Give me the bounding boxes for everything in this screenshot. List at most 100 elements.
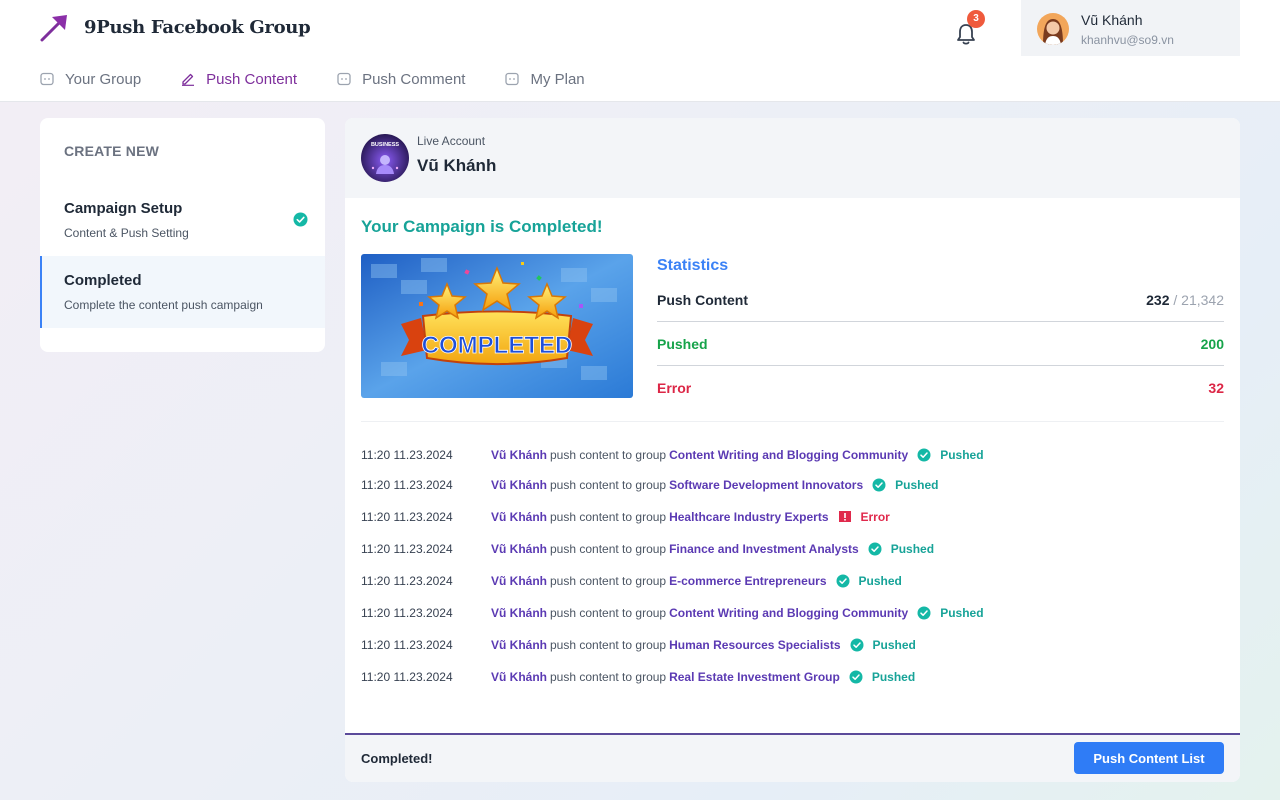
step-title: Campaign Setup bbox=[64, 200, 183, 217]
log-group-link[interactable]: Content Writing and Blogging Community bbox=[669, 448, 908, 462]
log-time: 11:20 11.23.2024 bbox=[361, 448, 453, 462]
account-header: BUSINESS Live Account Vũ Khánh bbox=[345, 118, 1240, 198]
user-name: Vũ Khánh bbox=[1081, 12, 1143, 28]
statistics-title: Statistics bbox=[657, 257, 729, 274]
user-avatar bbox=[1037, 13, 1069, 45]
nav-label: My Plan bbox=[530, 70, 585, 88]
log-status: Pushed bbox=[868, 542, 934, 556]
log-row: 11:20 11.23.2024 Vũ Khánh push content to… bbox=[361, 534, 1224, 564]
nav-label: Push Comment bbox=[362, 70, 466, 88]
log-connector: push content to group bbox=[550, 478, 667, 492]
notification-badge: 3 bbox=[967, 10, 985, 28]
panel-footer: Completed! Push Content List bbox=[345, 733, 1240, 782]
log-group-link[interactable]: Software Development Innovators bbox=[669, 478, 863, 492]
log-status: Pushed bbox=[849, 670, 915, 684]
nav-your-group[interactable]: Your Group bbox=[40, 62, 141, 96]
log-group-link[interactable]: Healthcare Industry Experts bbox=[669, 510, 828, 524]
log-status-text: Pushed bbox=[890, 542, 935, 556]
log-time: 11:20 11.23.2024 bbox=[361, 510, 453, 524]
alert-icon bbox=[838, 511, 851, 522]
step-subtitle: Content & Push Setting bbox=[64, 226, 189, 240]
push-content-list-button[interactable]: Push Content List bbox=[1074, 742, 1224, 774]
log-user-link[interactable]: Vũ Khánh bbox=[491, 670, 547, 684]
stat-value: 232 / 21,342 bbox=[1146, 292, 1224, 308]
log-user-link[interactable]: Vũ Khánh bbox=[491, 448, 547, 462]
log-status: Pushed bbox=[917, 448, 984, 462]
check-circle-icon bbox=[293, 212, 308, 227]
nav-push-comment[interactable]: Push Comment bbox=[337, 62, 465, 96]
log-time: 11:20 11.23.2024 bbox=[361, 574, 453, 588]
create-new-sidebar: CREATE NEW Campaign Setup Content & Push… bbox=[40, 118, 325, 352]
log-connector: push content to group bbox=[550, 638, 667, 652]
log-row: 11:20 11.23.2024 Vũ Khánh push content to… bbox=[361, 566, 1224, 596]
app-title: 9Push Facebook Group bbox=[84, 16, 311, 38]
stat-label: Push Content bbox=[657, 292, 748, 308]
campaign-panel: BUSINESS Live Account Vũ Khánh Your Camp… bbox=[345, 118, 1240, 782]
footer-status: Completed! bbox=[361, 751, 433, 766]
log-group-link[interactable]: E-commerce Entrepreneurs bbox=[669, 574, 826, 588]
account-avatar: BUSINESS bbox=[361, 134, 409, 182]
nav-my-plan[interactable]: My Plan bbox=[505, 62, 585, 96]
stat-count: 232 bbox=[1146, 292, 1170, 308]
step-campaign-setup[interactable]: Campaign Setup Content & Push Setting bbox=[40, 184, 325, 256]
check-circle-icon bbox=[868, 542, 882, 556]
log-status-text: Pushed bbox=[895, 478, 939, 492]
stat-push-content: Push Content 232 / 21,342 bbox=[657, 278, 1224, 322]
log-group-link[interactable]: Real Estate Investment Group bbox=[669, 670, 840, 684]
log-connector: push content to group bbox=[550, 574, 667, 588]
log-user-link[interactable]: Vũ Khánh bbox=[491, 638, 547, 652]
stat-label: Pushed bbox=[657, 336, 708, 352]
log-user-link[interactable]: Vũ Khánh bbox=[491, 478, 547, 492]
log-row: 11:20 11.23.2024 Vũ Khánh push content to… bbox=[361, 630, 1224, 660]
top-header: 9Push Facebook Group 3 Vũ Khánh khanhvu@… bbox=[0, 0, 1280, 102]
log-status: Pushed bbox=[836, 574, 902, 588]
stat-error: Error 32 bbox=[657, 366, 1224, 410]
nav-label: Your Group bbox=[65, 70, 142, 88]
step-title: Completed bbox=[64, 272, 142, 289]
step-completed[interactable]: Completed Complete the content push camp… bbox=[40, 256, 325, 328]
log-user-link[interactable]: Vũ Khánh bbox=[491, 574, 547, 588]
step-subtitle: Complete the content push campaign bbox=[64, 298, 263, 312]
comment-icon bbox=[337, 72, 351, 86]
stat-total: / 21,342 bbox=[1173, 292, 1224, 308]
log-row: 11:20 11.23.2024 Vũ Khánh push content to… bbox=[361, 502, 1224, 532]
log-row: 11:20 11.23.2024 Vũ Khánh push content to… bbox=[361, 662, 1224, 692]
account-name: Vũ Khánh bbox=[417, 156, 497, 175]
log-group-link[interactable]: Content Writing and Blogging Community bbox=[669, 606, 908, 620]
sidebar-heading: CREATE NEW bbox=[64, 143, 160, 159]
log-time: 11:20 11.23.2024 bbox=[361, 542, 453, 556]
log-status: Pushed bbox=[872, 478, 938, 492]
stat-pushed: Pushed 200 bbox=[657, 322, 1224, 366]
log-status: Error bbox=[838, 510, 890, 524]
stat-value: 32 bbox=[1208, 380, 1224, 396]
log-connector: push content to group bbox=[550, 670, 667, 684]
log-user-link[interactable]: Vũ Khánh bbox=[491, 606, 547, 620]
log-connector: push content to group bbox=[550, 606, 667, 620]
main-nav: Your Group Push Content Push Comment My … bbox=[40, 62, 625, 96]
group-icon bbox=[40, 72, 54, 86]
log-status: Pushed bbox=[850, 638, 916, 652]
log-connector: push content to group bbox=[550, 542, 667, 556]
log-status-text: Pushed bbox=[872, 638, 916, 652]
check-circle-icon bbox=[872, 478, 886, 492]
log-status-text: Pushed bbox=[940, 606, 984, 620]
user-email: khanhvu@so9.vn bbox=[1081, 33, 1174, 47]
banner-text: COMPLETED bbox=[422, 332, 573, 359]
campaign-completed-title: Your Campaign is Completed! bbox=[361, 217, 603, 236]
user-menu[interactable]: Vũ Khánh khanhvu@so9.vn bbox=[1021, 0, 1240, 56]
stat-value: 200 bbox=[1200, 336, 1224, 352]
log-time: 11:20 11.23.2024 bbox=[361, 478, 453, 492]
log-group-link[interactable]: Finance and Investment Analysts bbox=[669, 542, 859, 556]
nav-push-content[interactable]: Push Content bbox=[181, 62, 297, 96]
arrow-logo-icon bbox=[40, 15, 67, 42]
log-user-link[interactable]: Vũ Khánh bbox=[491, 510, 547, 524]
log-status-text: Error bbox=[860, 510, 890, 524]
log-user-link[interactable]: Vũ Khánh bbox=[491, 542, 547, 556]
log-connector: push content to group bbox=[550, 510, 667, 524]
brand[interactable]: 9Push Facebook Group bbox=[40, 12, 311, 42]
plan-icon bbox=[505, 72, 520, 86]
log-group-link[interactable]: Human Resources Specialists bbox=[669, 638, 840, 652]
log-connector: push content to group bbox=[550, 448, 667, 462]
nav-label: Push Content bbox=[206, 70, 298, 88]
completed-banner-image: COMPLETED bbox=[361, 254, 633, 398]
